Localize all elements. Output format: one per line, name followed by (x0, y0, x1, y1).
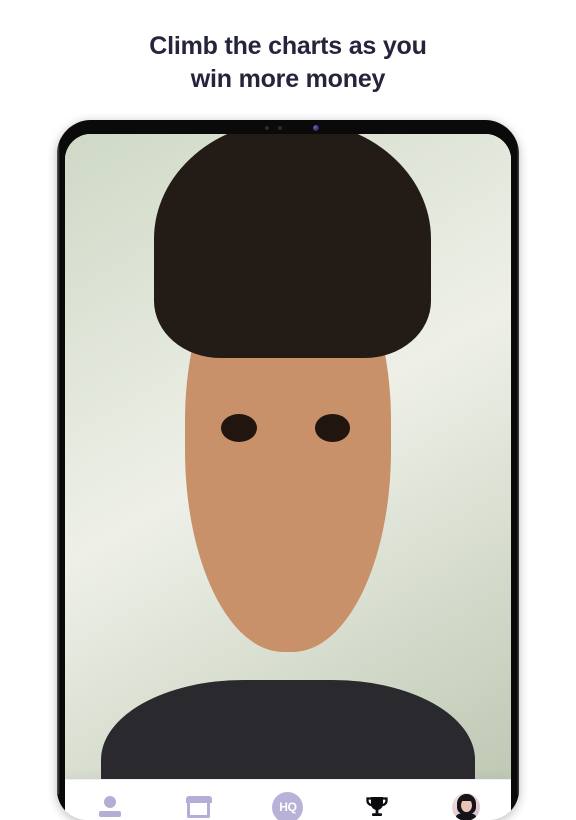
profile-avatar-icon (452, 793, 480, 820)
store-icon (186, 796, 212, 818)
tab-profile[interactable] (438, 785, 494, 820)
device-screen: LTE 100% Leaderboard (65, 134, 511, 820)
front-camera-icon (313, 125, 319, 131)
tab-friends[interactable] (82, 785, 138, 820)
hq-icon: HQ (272, 792, 303, 820)
tab-hq[interactable]: HQ (260, 785, 316, 820)
leaderboard-list: 4 Chad $203.92 5 (65, 570, 511, 703)
bottom-tab-bar: HQ (65, 779, 511, 820)
tab-shop[interactable] (171, 785, 227, 820)
sensor-dot-icon (265, 126, 269, 130)
sensor-dot-icon (278, 126, 282, 130)
tab-leaderboard[interactable] (349, 785, 405, 820)
device-frame: LTE 100% Leaderboard (57, 120, 519, 820)
headline-line-1: Climb the charts as you (149, 32, 426, 60)
screenshot-root: Climb the charts as you win more money L… (0, 0, 576, 768)
page-title: Climb the charts as you win more money (0, 30, 576, 95)
device-bezel (57, 120, 519, 134)
trophy-icon (364, 795, 390, 819)
rus-avatar (119, 646, 167, 694)
table-row[interactable]: 5 rus $193.13 (89, 637, 487, 703)
headline-line-2: win more money (0, 63, 576, 96)
person-icon (98, 796, 122, 818)
